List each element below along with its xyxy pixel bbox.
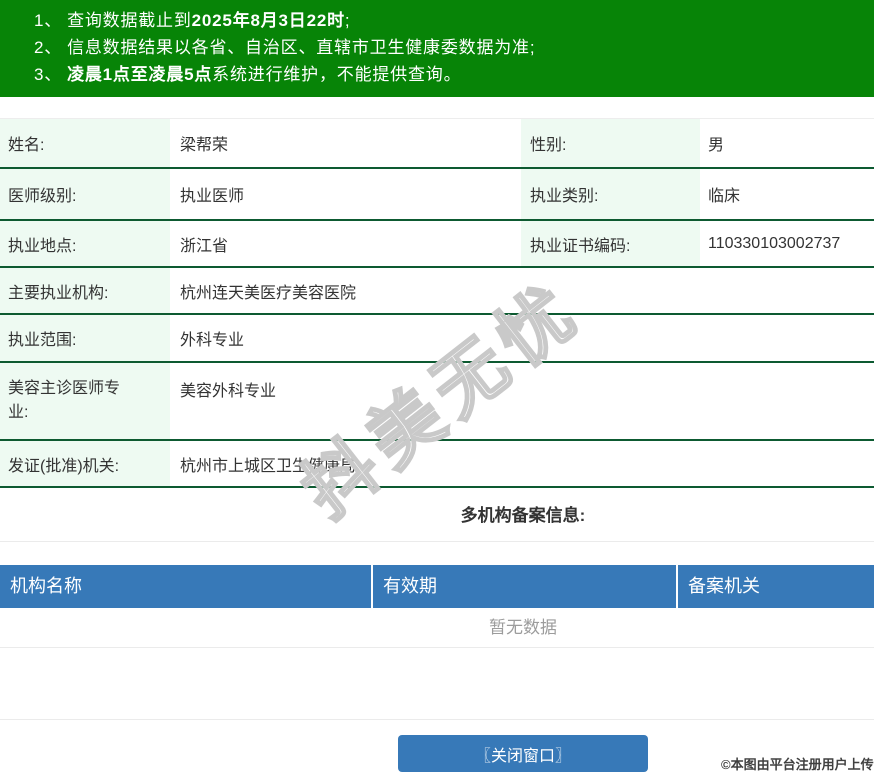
divider (0, 719, 874, 720)
divider (0, 541, 874, 542)
notice-number: 3、 (34, 65, 63, 84)
field-value-issuing-authority: 杭州市上城区卫生健康局 (180, 457, 357, 475)
field-label-main-institution: 主要执业机构: (0, 268, 170, 313)
field-label-name: 姓名: (0, 119, 170, 167)
field-label-gender: 性别: (521, 119, 700, 167)
field-value-practice-location: 浙江省 (180, 237, 229, 255)
org-table-header: 机构名称 有效期 备案机关 (0, 565, 874, 608)
notice-text: ; (344, 11, 351, 30)
field-label-practice-category: 执业类别: (521, 169, 700, 219)
org-header-institution-name: 机构名称 (0, 565, 373, 608)
query-result-page: 1、 查询数据截止到2025年8月3日22时; 2、 信息数据结果以各省、自治区、直… (0, 0, 874, 772)
field-label-certificate-number: 执业证书编码: (521, 221, 700, 266)
notice-banner: 1、 查询数据截止到2025年8月3日22时; 2、 信息数据结果以各省、自治区、直… (0, 0, 874, 97)
notice-number: 1、 (34, 11, 63, 30)
field-value-practice-scope: 外科专业 (180, 332, 245, 349)
org-table-empty-state: 暂无数据 (0, 608, 874, 648)
notice-line-1: 1、 查询数据截止到2025年8月3日22时; (0, 7, 874, 34)
field-label-cosmetic-specialty: 美容主诊医师专业: (0, 363, 170, 439)
field-value-name: 梁帮荣 (180, 137, 229, 154)
field-value-gender: 男 (708, 137, 725, 154)
info-row-cosmetic-specialty: 美容主诊医师专业: 美容外科专业 (0, 363, 874, 441)
org-header-validity-period: 有效期 (373, 565, 678, 608)
notice-text: 信息数据结果以各省、自治区、直辖市卫生健康委数据为准; (67, 38, 536, 57)
field-label-issuing-authority: 发证(批准)机关: (0, 441, 170, 486)
org-header-record-authority: 备案机关 (688, 576, 760, 596)
field-value-practice-category: 临床 (708, 188, 741, 205)
notice-number: 2、 (34, 38, 63, 57)
info-row-issuing-authority: 发证(批准)机关: 杭州市上城区卫生健康局 (0, 441, 874, 488)
notice-text-bold: 凌晨1点至凌晨5点 (67, 65, 213, 84)
doctor-info-table: 姓名: 梁帮荣 性别: 男 医师级别: 执业医师 执业类别: 临床 执业地点: … (0, 118, 874, 488)
info-row-main-institution: 主要执业机构: 杭州连天美医疗美容医院 (0, 268, 874, 315)
info-row-level-category: 医师级别: 执业医师 执业类别: 临床 (0, 169, 874, 221)
notice-text-bold: 2025年8月3日22时 (191, 11, 345, 30)
notice-text: 查询数据截止到 (67, 11, 192, 30)
field-value-certificate-number: 110330103002737 (708, 234, 841, 252)
field-label-doctor-level: 医师级别: (0, 169, 170, 219)
field-label-practice-scope: 执业范围: (0, 315, 170, 361)
close-window-button[interactable]: 〖关闭窗口〗 (398, 735, 648, 772)
notice-line-2: 2、 信息数据结果以各省、自治区、直辖市卫生健康委数据为准; (0, 34, 874, 61)
info-row-location-certno: 执业地点: 浙江省 执业证书编码: 110330103002737 (0, 221, 874, 268)
field-value-doctor-level: 执业医师 (180, 188, 245, 205)
uploader-stamp: ©本图由平台注册用户上传 (721, 757, 874, 772)
info-row-name-gender: 姓名: 梁帮荣 性别: 男 (0, 119, 874, 169)
info-row-practice-scope: 执业范围: 外科专业 (0, 315, 874, 363)
notice-text: 系统进行维护，不能提供查询。 (212, 65, 462, 84)
field-value-cosmetic-specialty: 美容外科专业 (180, 383, 277, 400)
field-label-practice-location: 执业地点: (0, 221, 170, 266)
notice-line-3: 3、 凌晨1点至凌晨5点系统进行维护，不能提供查询。 (0, 61, 874, 88)
field-value-main-institution: 杭州连天美医疗美容医院 (180, 284, 357, 302)
multi-institution-section-title: 多机构备案信息: (460, 506, 586, 525)
